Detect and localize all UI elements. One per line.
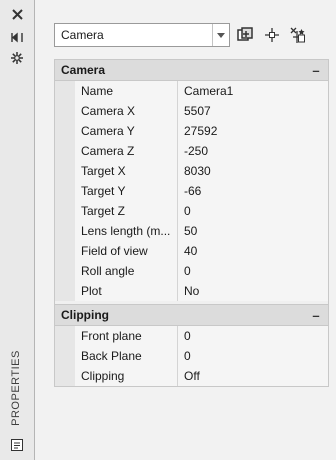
property-value[interactable]: 0 <box>178 261 328 281</box>
property-name: Target Z <box>75 201 178 221</box>
property-row-clipping[interactable]: Clipping Off <box>55 366 328 386</box>
property-value[interactable]: 27592 <box>178 121 328 141</box>
property-grid: Camera – Name Camera1 Camera X 5507 Camera… <box>54 59 329 387</box>
property-row-camera-z[interactable]: Camera Z -250 <box>55 141 328 161</box>
palette-title: PROPERTIES <box>10 350 22 426</box>
property-value[interactable]: 8030 <box>178 161 328 181</box>
property-value[interactable]: 0 <box>178 346 328 366</box>
quick-select-icon[interactable] <box>287 23 309 47</box>
autohide-icon[interactable] <box>8 29 26 45</box>
collapse-icon[interactable]: – <box>304 63 328 78</box>
close-icon[interactable] <box>8 6 26 22</box>
properties-panel: Camera Camera – Name Camera1 Camera X 5507… <box>34 0 336 460</box>
palette-menu-icon[interactable] <box>8 437 26 453</box>
property-row-camera-x[interactable]: Camera X 5507 <box>55 101 328 121</box>
property-value[interactable]: Camera1 <box>178 81 328 101</box>
property-value[interactable]: Off <box>178 366 328 386</box>
property-value[interactable]: -66 <box>178 181 328 201</box>
property-name: Lens length (m... <box>75 221 178 241</box>
property-name: Target Y <box>75 181 178 201</box>
property-name: Camera X <box>75 101 178 121</box>
property-name: Camera Z <box>75 141 178 161</box>
property-name: Camera Y <box>75 121 178 141</box>
toggle-pickadd-icon[interactable] <box>234 23 256 47</box>
property-name: Plot <box>75 281 178 301</box>
property-name: Name <box>75 81 178 101</box>
property-value[interactable]: -250 <box>178 141 328 161</box>
palette-title-bar[interactable]: PROPERTIES <box>0 0 35 460</box>
property-row-field-of-view[interactable]: Field of view 40 <box>55 241 328 261</box>
property-row-lens-length[interactable]: Lens length (m... 50 <box>55 221 328 241</box>
property-name: Field of view <box>75 241 178 261</box>
category-header-camera[interactable]: Camera – <box>55 60 328 81</box>
property-value[interactable]: No <box>178 281 328 301</box>
category-header-clipping[interactable]: Clipping – <box>55 305 328 326</box>
property-value[interactable]: 0 <box>178 201 328 221</box>
object-type-dropdown[interactable]: Camera <box>54 23 231 47</box>
property-row-target-y[interactable]: Target Y -66 <box>55 181 328 201</box>
property-row-camera-y[interactable]: Camera Y 27592 <box>55 121 328 141</box>
property-name: Roll angle <box>75 261 178 281</box>
collapse-icon[interactable]: – <box>304 308 328 323</box>
category-title: Clipping <box>61 308 109 322</box>
dropdown-arrow-icon[interactable] <box>212 24 229 46</box>
object-type-value: Camera <box>61 28 104 42</box>
selection-toolbar: Camera <box>54 22 309 48</box>
property-row-front-plane[interactable]: Front plane 0 <box>55 326 328 346</box>
property-name: Front plane <box>75 326 178 346</box>
property-row-target-z[interactable]: Target Z0 <box>55 201 328 221</box>
property-row-plot[interactable]: Plot No <box>55 281 328 301</box>
category-title: Camera <box>61 63 106 77</box>
property-name: Back Plane <box>75 346 178 366</box>
property-name: Target X <box>75 161 178 181</box>
select-objects-icon[interactable] <box>261 23 283 47</box>
property-row-target-x[interactable]: Target X 8030 <box>55 161 328 181</box>
property-row-roll-angle[interactable]: Roll angle 0 <box>55 261 328 281</box>
property-name: Clipping <box>75 366 178 386</box>
settings-icon[interactable] <box>8 50 26 66</box>
property-value[interactable]: 50 <box>178 221 328 241</box>
property-value[interactable]: 0 <box>178 326 328 346</box>
property-value[interactable]: 5507 <box>178 101 328 121</box>
property-value[interactable]: 40 <box>178 241 328 261</box>
property-row-back-plane[interactable]: Back Plane 0 <box>55 346 328 366</box>
property-row-name[interactable]: Name Camera1 <box>55 81 328 101</box>
